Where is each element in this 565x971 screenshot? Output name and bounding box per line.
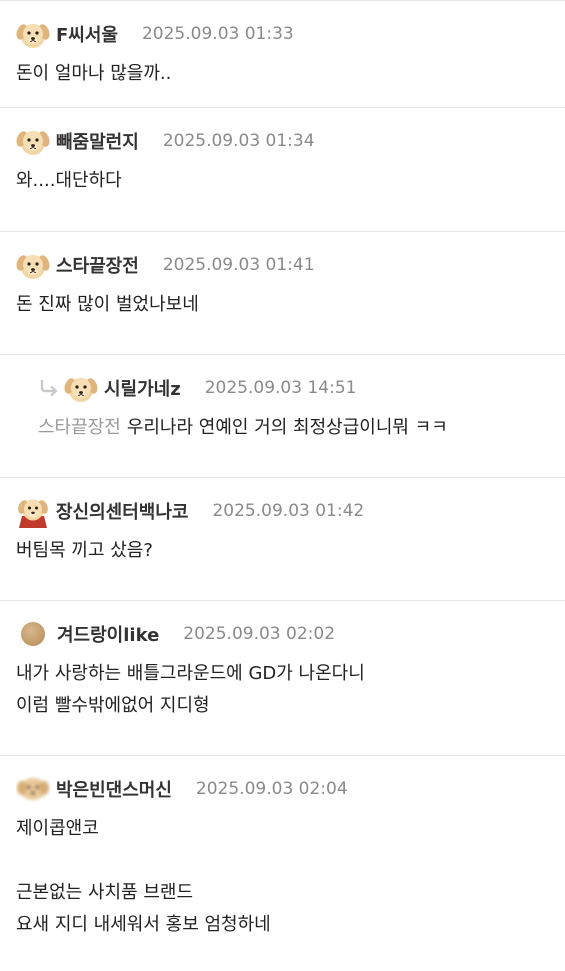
puppy-avatar-icon[interactable] <box>16 772 50 806</box>
reply-arrow-icon <box>40 380 58 397</box>
comment-author[interactable]: 시릴가네z <box>104 375 181 401</box>
comment-body: 버팀목 끼고 샀음? <box>16 535 549 567</box>
comment-author[interactable]: 스타끝장전 <box>56 252 139 278</box>
mention-link[interactable]: 스타끝장전 <box>38 417 121 438</box>
comment-header: F씨서울 2025.09.03 01:33 <box>16 16 549 52</box>
comment-header: 시릴가네z 2025.09.03 14:51 <box>38 370 549 406</box>
comment-author[interactable]: 박은빈댄스머신 <box>56 776 172 802</box>
comment-text: 제이콥앤코 <box>16 818 99 839</box>
comment-date: 2025.09.03 14:51 <box>204 378 357 398</box>
comment-author[interactable]: 겨드랑이like <box>57 621 159 647</box>
comment-text: 이럼 빨수밖에없어 지디형 <box>16 695 210 716</box>
comment-text <box>16 845 549 877</box>
puppy-avatar-icon[interactable] <box>16 17 50 51</box>
comment-body: 돈 진짜 많이 벌었나보네 <box>16 289 549 321</box>
comment-header: 겨드랑이like 2025.09.03 02:02 <box>16 616 549 652</box>
comment-text: 우리나라 연예인 거의 최정상급이니뭐 ㅋㅋ <box>126 417 448 438</box>
comment-item: 박은빈댄스머신 2025.09.03 02:04 제이콥앤코 근본없는 사치품 … <box>0 771 565 971</box>
comment-date: 2025.09.03 01:42 <box>212 501 365 521</box>
comment-body: 스타끝장전 우리나라 연예인 거의 최정상급이니뭐 ㅋㅋ <box>38 412 549 444</box>
reply-item: 시릴가네z 2025.09.03 14:51 스타끝장전 우리나라 연예인 거의 … <box>0 370 565 478</box>
comment-item: 빼줌말런지 2025.09.03 01:34 와....대단하다 <box>0 123 565 232</box>
comment-text: 요새 지디 내세워서 홍보 엄청하네 <box>16 914 271 935</box>
puppy-avatar-icon[interactable] <box>16 248 50 282</box>
comment-text: 근본없는 사치품 브랜드 <box>16 882 194 903</box>
comment-item: F씨서울 2025.09.03 01:33 돈이 얼마나 많을까.. <box>0 0 565 108</box>
comment-body: 제이콥앤코 근본없는 사치품 브랜드 요새 지디 내세워서 홍보 엄청하네 <box>16 813 549 941</box>
comment-body: 내가 사랑하는 배틀그라운드에 GD가 나온다니 이럼 빨수밖에없어 지디형 <box>16 658 549 722</box>
comment-date: 2025.09.03 01:41 <box>162 255 315 275</box>
puppy-avatar-icon[interactable] <box>64 371 98 405</box>
comment-text-line: 스타끝장전 우리나라 연예인 거의 최정상급이니뭐 ㅋㅋ <box>38 412 549 444</box>
puppy-avatar-icon[interactable] <box>16 494 50 528</box>
comment-text: 돈 진짜 많이 벌었나보네 <box>16 294 199 315</box>
comment-body: 와....대단하다 <box>16 165 549 197</box>
comment-header: 빼줌말런지 2025.09.03 01:34 <box>16 123 549 159</box>
comment-header: 장신의센터백나코 2025.09.03 01:42 <box>16 493 549 529</box>
comment-date: 2025.09.03 02:04 <box>195 779 348 799</box>
comment-text: 와....대단하다 <box>16 170 122 191</box>
comment-header: 스타끝장전 2025.09.03 01:41 <box>16 247 549 283</box>
comment-author[interactable]: 장신의센터백나코 <box>56 498 188 524</box>
puppy-avatar-icon[interactable] <box>16 124 50 158</box>
comment-text: 돈이 얼마나 많을까.. <box>16 63 172 84</box>
comment-item: 스타끝장전 2025.09.03 01:41 돈 진짜 많이 벌었나보네 <box>0 247 565 355</box>
comment-list: F씨서울 2025.09.03 01:33 돈이 얼마나 많을까.. 빼줌말런지… <box>0 0 565 971</box>
comment-header: 박은빈댄스머신 2025.09.03 02:04 <box>16 771 549 807</box>
comment-date: 2025.09.03 01:34 <box>162 131 315 151</box>
comment-author[interactable]: 빼줌말런지 <box>56 128 139 154</box>
comment-date: 2025.09.03 02:02 <box>183 624 336 644</box>
comment-text: 버팀목 끼고 샀음? <box>16 540 153 561</box>
comment-author[interactable]: F씨서울 <box>56 21 118 47</box>
comment-date: 2025.09.03 01:33 <box>141 24 294 44</box>
comment-text: 내가 사랑하는 배틀그라운드에 GD가 나온다니 <box>16 663 365 684</box>
avatar[interactable] <box>21 622 45 646</box>
comment-item: 장신의센터백나코 2025.09.03 01:42 버팀목 끼고 샀음? <box>0 493 565 601</box>
comment-item: 겨드랑이like 2025.09.03 02:02 내가 사랑하는 배틀그라운드… <box>0 616 565 756</box>
comment-body: 돈이 얼마나 많을까.. <box>16 58 549 90</box>
